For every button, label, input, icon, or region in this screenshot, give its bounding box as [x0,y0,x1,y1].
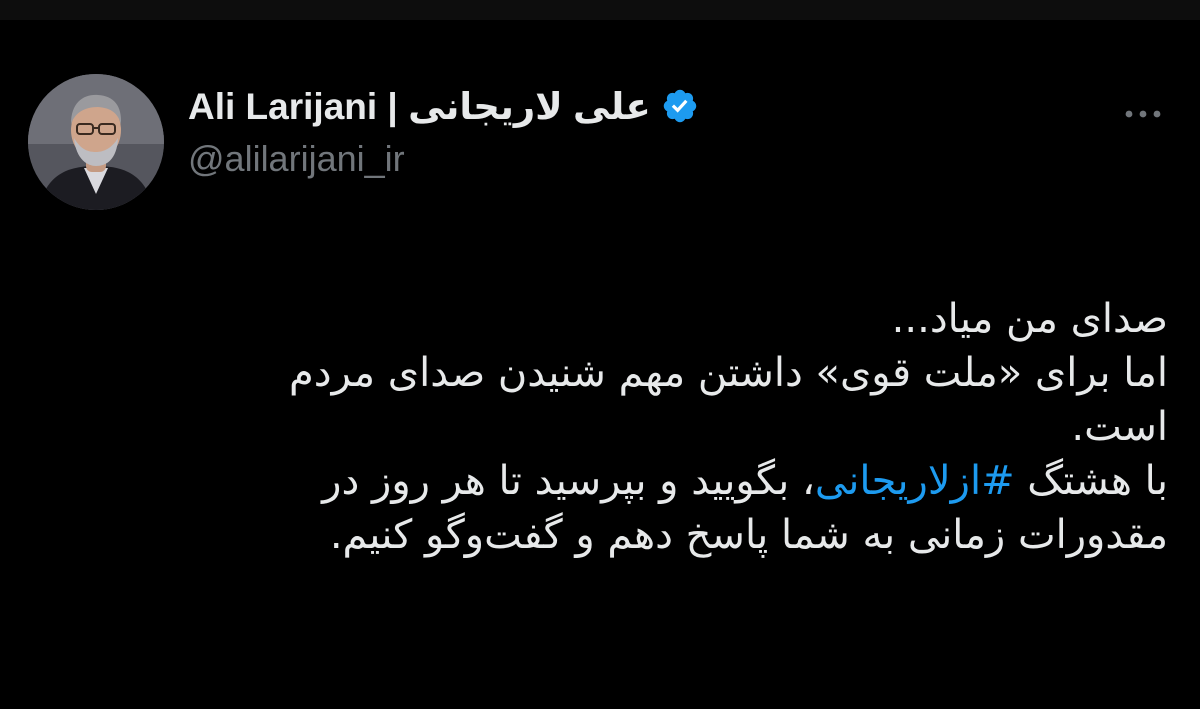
tweet-card: Ali Larijani | علی لاریجانی @alilarijani… [0,20,1200,709]
tweet-line-5: مقدورات زمانی به شما پاسخ دهم و گفت‌وگو … [329,512,1168,558]
top-strip [0,0,1200,20]
author-handle[interactable]: @alilarijani_ir [188,138,948,180]
tweet-text: صدای من میاد... اما برای «ملت قوی» داشتن… [88,292,1168,562]
author-name-line[interactable]: Ali Larijani | علی لاریجانی [188,82,948,130]
verified-badge-icon [663,89,697,123]
tweet-line-2: اما برای «ملت قوی» داشتن مهم شنیدن صدای … [289,350,1168,396]
tweet-line-4-end: ، بگویید و بپرسید تا هر روز در [322,458,815,504]
more-options-button[interactable] [1118,94,1168,134]
author-block: Ali Larijani | علی لاریجانی @alilarijani… [188,82,948,180]
more-horizontal-icon [1125,110,1161,118]
author-name[interactable]: Ali Larijani | علی لاریجانی [188,85,651,128]
avatar-photo [28,74,164,210]
tweet-line-3: است. [1071,404,1168,450]
tweet-line-1: صدای من میاد... [891,296,1168,342]
hashtag-link[interactable]: #ازلاریجانی [815,458,1015,504]
avatar[interactable] [28,74,164,210]
tweet-line-4: با هشتگ #ازلاریجانی، بگویید و بپرسید تا … [88,454,1168,508]
tweet-line-4-start: با هشتگ [1014,458,1168,504]
